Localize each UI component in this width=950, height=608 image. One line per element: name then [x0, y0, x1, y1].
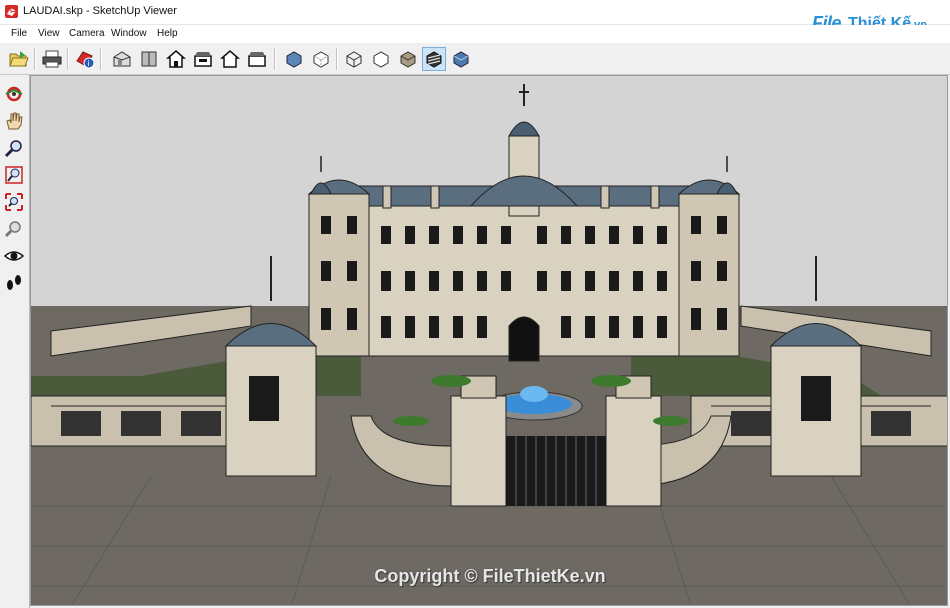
menu-view[interactable]: View [38, 28, 60, 39]
left-view-icon[interactable] [245, 47, 269, 71]
menu-file[interactable]: File [11, 28, 27, 39]
zoom-icon[interactable] [3, 137, 25, 159]
mansion-model-render [31, 76, 947, 605]
back-edges-icon[interactable] [309, 47, 333, 71]
top-view-icon[interactable] [137, 47, 161, 71]
pan-icon[interactable] [3, 110, 25, 132]
copyright-watermark: Copyright © FileThietKe.vn [374, 566, 606, 586]
shaded-icon[interactable] [396, 47, 420, 71]
window-title: LAUDAI.skp - SketchUp Viewer [23, 5, 177, 17]
xray-icon[interactable] [282, 47, 306, 71]
print-icon[interactable] [40, 47, 64, 71]
menu-window[interactable]: Window [111, 28, 147, 39]
camera-toolbar [0, 75, 30, 608]
svg-text:i: i [88, 59, 90, 68]
iso-view-icon[interactable] [110, 47, 134, 71]
orbit-icon[interactable] [3, 83, 25, 105]
sketchup-logo-icon [5, 5, 18, 18]
open-file-icon[interactable] [7, 47, 31, 71]
zoom-window-icon[interactable] [3, 164, 25, 186]
model-viewport[interactable]: Copyright © FileThietKe.vn [30, 75, 948, 606]
model-info-icon[interactable]: i [73, 47, 97, 71]
menu-bar: File View Camera Window Help [0, 25, 950, 43]
look-around-icon[interactable] [3, 245, 25, 267]
back-view-icon[interactable] [218, 47, 242, 71]
hidden-line-icon[interactable] [369, 47, 393, 71]
shaded-textures-icon[interactable] [422, 47, 446, 71]
previous-view-icon[interactable] [3, 218, 25, 240]
title-bar: LAUDAI.skp - SketchUp Viewer [0, 0, 950, 25]
walk-icon[interactable] [3, 272, 25, 294]
front-view-icon[interactable] [164, 47, 188, 71]
right-view-icon[interactable] [191, 47, 215, 71]
menu-help[interactable]: Help [157, 28, 178, 39]
zoom-extents-icon[interactable] [3, 191, 25, 213]
monochrome-icon[interactable] [449, 47, 473, 71]
wireframe-icon[interactable] [342, 47, 366, 71]
toolbar: i [0, 44, 950, 75]
menu-camera[interactable]: Camera [69, 28, 105, 39]
